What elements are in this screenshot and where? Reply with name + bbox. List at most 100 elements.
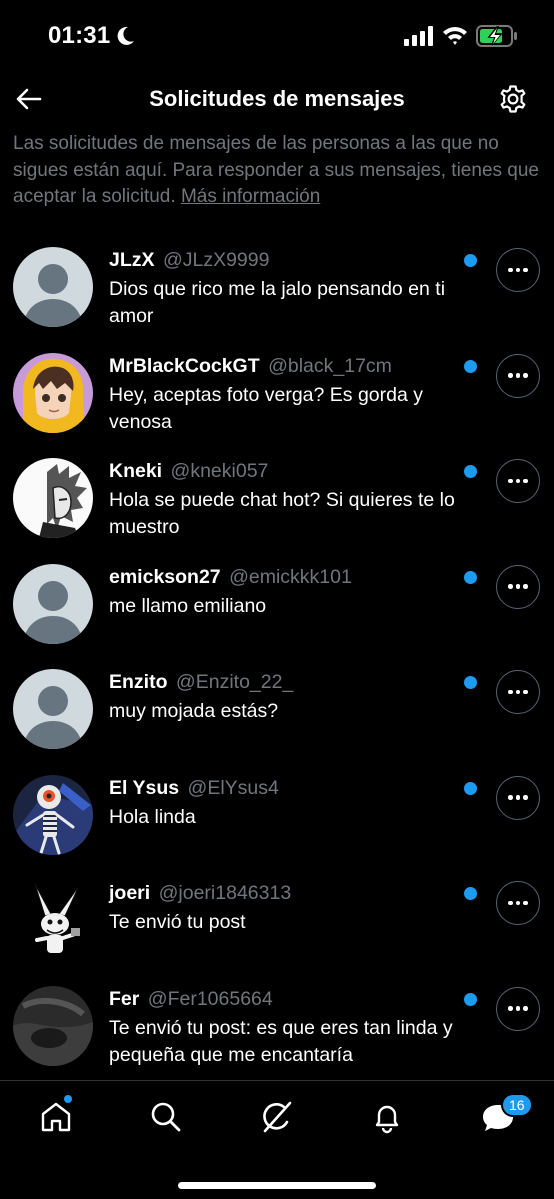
- sender-name: emickson27: [109, 565, 221, 588]
- more-dot-icon: [523, 373, 528, 378]
- unread-indicator: [464, 254, 477, 267]
- sender-line: joeri @joeri1846313: [109, 882, 291, 905]
- sender-handle: @black_17cm: [268, 354, 392, 377]
- sender-line: Fer @Fer1065664: [109, 988, 273, 1011]
- sender-handle: @JLzX9999: [162, 249, 270, 271]
- message-request-row[interactable]: MrBlackCockGT @black_17cm Hey, aceptas f…: [0, 342, 554, 448]
- more-dot-icon: [523, 900, 528, 906]
- more-options-button[interactable]: [496, 670, 540, 714]
- more-dot-icon: [515, 900, 521, 906]
- unread-indicator: [464, 676, 477, 689]
- nav-grok[interactable]: [257, 1097, 297, 1137]
- more-dot-icon: [508, 584, 513, 589]
- home-notification-dot: [64, 1095, 72, 1103]
- more-dot-icon: [508, 689, 513, 695]
- sender-handle: @emickkk101: [229, 565, 352, 588]
- default-avatar[interactable]: [13, 247, 93, 327]
- more-options-button[interactable]: [496, 986, 540, 1031]
- message-request-row[interactable]: JLzX @JLzX9999 Dios que rico me la jalo …: [0, 236, 554, 342]
- more-dot-icon: [523, 1006, 528, 1011]
- unread-indicator: [464, 359, 477, 373]
- more-dot-icon: [508, 1006, 513, 1011]
- sender-name: Enzito: [109, 671, 168, 693]
- info-text: Las solicitudes de mensajes de las perso…: [13, 131, 543, 211]
- message-request-row[interactable]: Enzito @Enzito_22_ muy mojada estás?: [0, 658, 554, 764]
- home-icon: [41, 1102, 71, 1132]
- sender-handle: @Fer1065664: [147, 987, 273, 1010]
- moon-icon: [117, 26, 134, 45]
- nav-home[interactable]: [36, 1097, 76, 1137]
- learn-more-link[interactable]: Más información: [181, 186, 320, 207]
- nav-search[interactable]: [146, 1097, 186, 1137]
- message-preview: Te envió tu post: [109, 911, 246, 933]
- more-dot-icon: [515, 478, 521, 484]
- more-options-button[interactable]: [496, 881, 540, 925]
- more-dot-icon: [508, 478, 513, 484]
- message-request-row[interactable]: joeri @joeri1846313 Te envió tu post: [0, 869, 554, 975]
- more-options-button[interactable]: [496, 775, 540, 820]
- sender-line: JLzX @JLzX9999: [109, 249, 269, 272]
- more-dot-icon: [515, 1006, 521, 1011]
- more-dot-icon: [508, 900, 513, 906]
- message-requests-list: JLzX @JLzX9999 Dios que rico me la jalo …: [0, 236, 554, 1080]
- anime-avatar[interactable]: [13, 352, 93, 433]
- message-preview: Hola se puede chat hot? Si quieres te lo…: [109, 489, 455, 538]
- sender-line: Kneki @kneki057: [109, 460, 268, 483]
- sender-handle: @Enzito_22_: [175, 671, 294, 693]
- gear-icon: [500, 85, 526, 113]
- more-options-button[interactable]: [496, 564, 540, 609]
- battery-charging-icon: [476, 25, 517, 47]
- more-dot-icon: [523, 795, 528, 800]
- search-icon: [151, 1102, 181, 1132]
- message-preview: Hola linda: [109, 805, 196, 828]
- more-options-button[interactable]: [496, 248, 540, 292]
- rabbit-avatar[interactable]: [13, 880, 93, 960]
- wifi-icon: [443, 27, 467, 45]
- more-options-button[interactable]: [496, 353, 540, 398]
- sender-name: MrBlackCockGT: [109, 354, 260, 377]
- sender-name: JLzX: [109, 249, 155, 271]
- unread-indicator: [464, 570, 477, 584]
- sender-handle: @ElYsus4: [187, 776, 279, 799]
- page-title: Solicitudes de mensajes: [149, 86, 405, 111]
- more-options-button[interactable]: [496, 459, 540, 503]
- unread-indicator: [464, 887, 477, 900]
- more-dot-icon: [515, 689, 521, 695]
- unread-indicator: [464, 781, 477, 795]
- message-request-row[interactable]: Kneki @kneki057 Hola se puede chat hot? …: [0, 447, 554, 553]
- message-preview: muy mojada estás?: [109, 700, 279, 722]
- skeleton-avatar[interactable]: [13, 774, 93, 855]
- cellular-signal-icon: [404, 26, 433, 46]
- message-preview: me llamo emiliano: [109, 594, 267, 617]
- default-avatar[interactable]: [13, 563, 93, 644]
- bottom-nav: 16: [0, 1080, 554, 1199]
- sender-line: MrBlackCockGT @black_17cm: [109, 355, 392, 378]
- more-dot-icon: [515, 795, 521, 800]
- message-preview: Hey, aceptas foto verga? Es gorda y veno…: [109, 383, 423, 433]
- settings-button[interactable]: [496, 82, 530, 116]
- more-dot-icon: [508, 267, 513, 273]
- more-dot-icon: [523, 584, 528, 589]
- more-dot-icon: [515, 584, 521, 589]
- message-preview: Dios que rico me la jalo pensando en ti …: [109, 278, 446, 327]
- dark-photo-avatar[interactable]: [13, 985, 93, 1066]
- more-dot-icon: [523, 267, 528, 273]
- messages-badge: 16: [501, 1093, 533, 1117]
- message-request-row[interactable]: emickson27 @emickkk101 me llamo emiliano: [0, 553, 554, 659]
- status-time: 01:31: [48, 22, 111, 49]
- default-avatar[interactable]: [13, 669, 93, 749]
- sender-line: Enzito @Enzito_22_: [109, 671, 293, 694]
- message-preview: Te envió tu post: es que eres tan linda …: [109, 1016, 453, 1066]
- more-dot-icon: [515, 267, 521, 273]
- sender-name: El Ysus: [109, 776, 180, 799]
- status-bar: 01:31: [0, 0, 554, 74]
- more-dot-icon: [508, 373, 513, 378]
- unread-indicator: [464, 992, 477, 1006]
- home-indicator[interactable]: [178, 1182, 376, 1189]
- message-request-row[interactable]: Fer @Fer1065664 Te envió tu post: es que…: [0, 975, 554, 1081]
- sketch-avatar[interactable]: [13, 458, 93, 538]
- nav-notifications[interactable]: [367, 1097, 407, 1137]
- bell-icon: [375, 1105, 399, 1134]
- unread-indicator: [464, 465, 477, 478]
- message-request-row[interactable]: El Ysus @ElYsus4 Hola linda: [0, 764, 554, 870]
